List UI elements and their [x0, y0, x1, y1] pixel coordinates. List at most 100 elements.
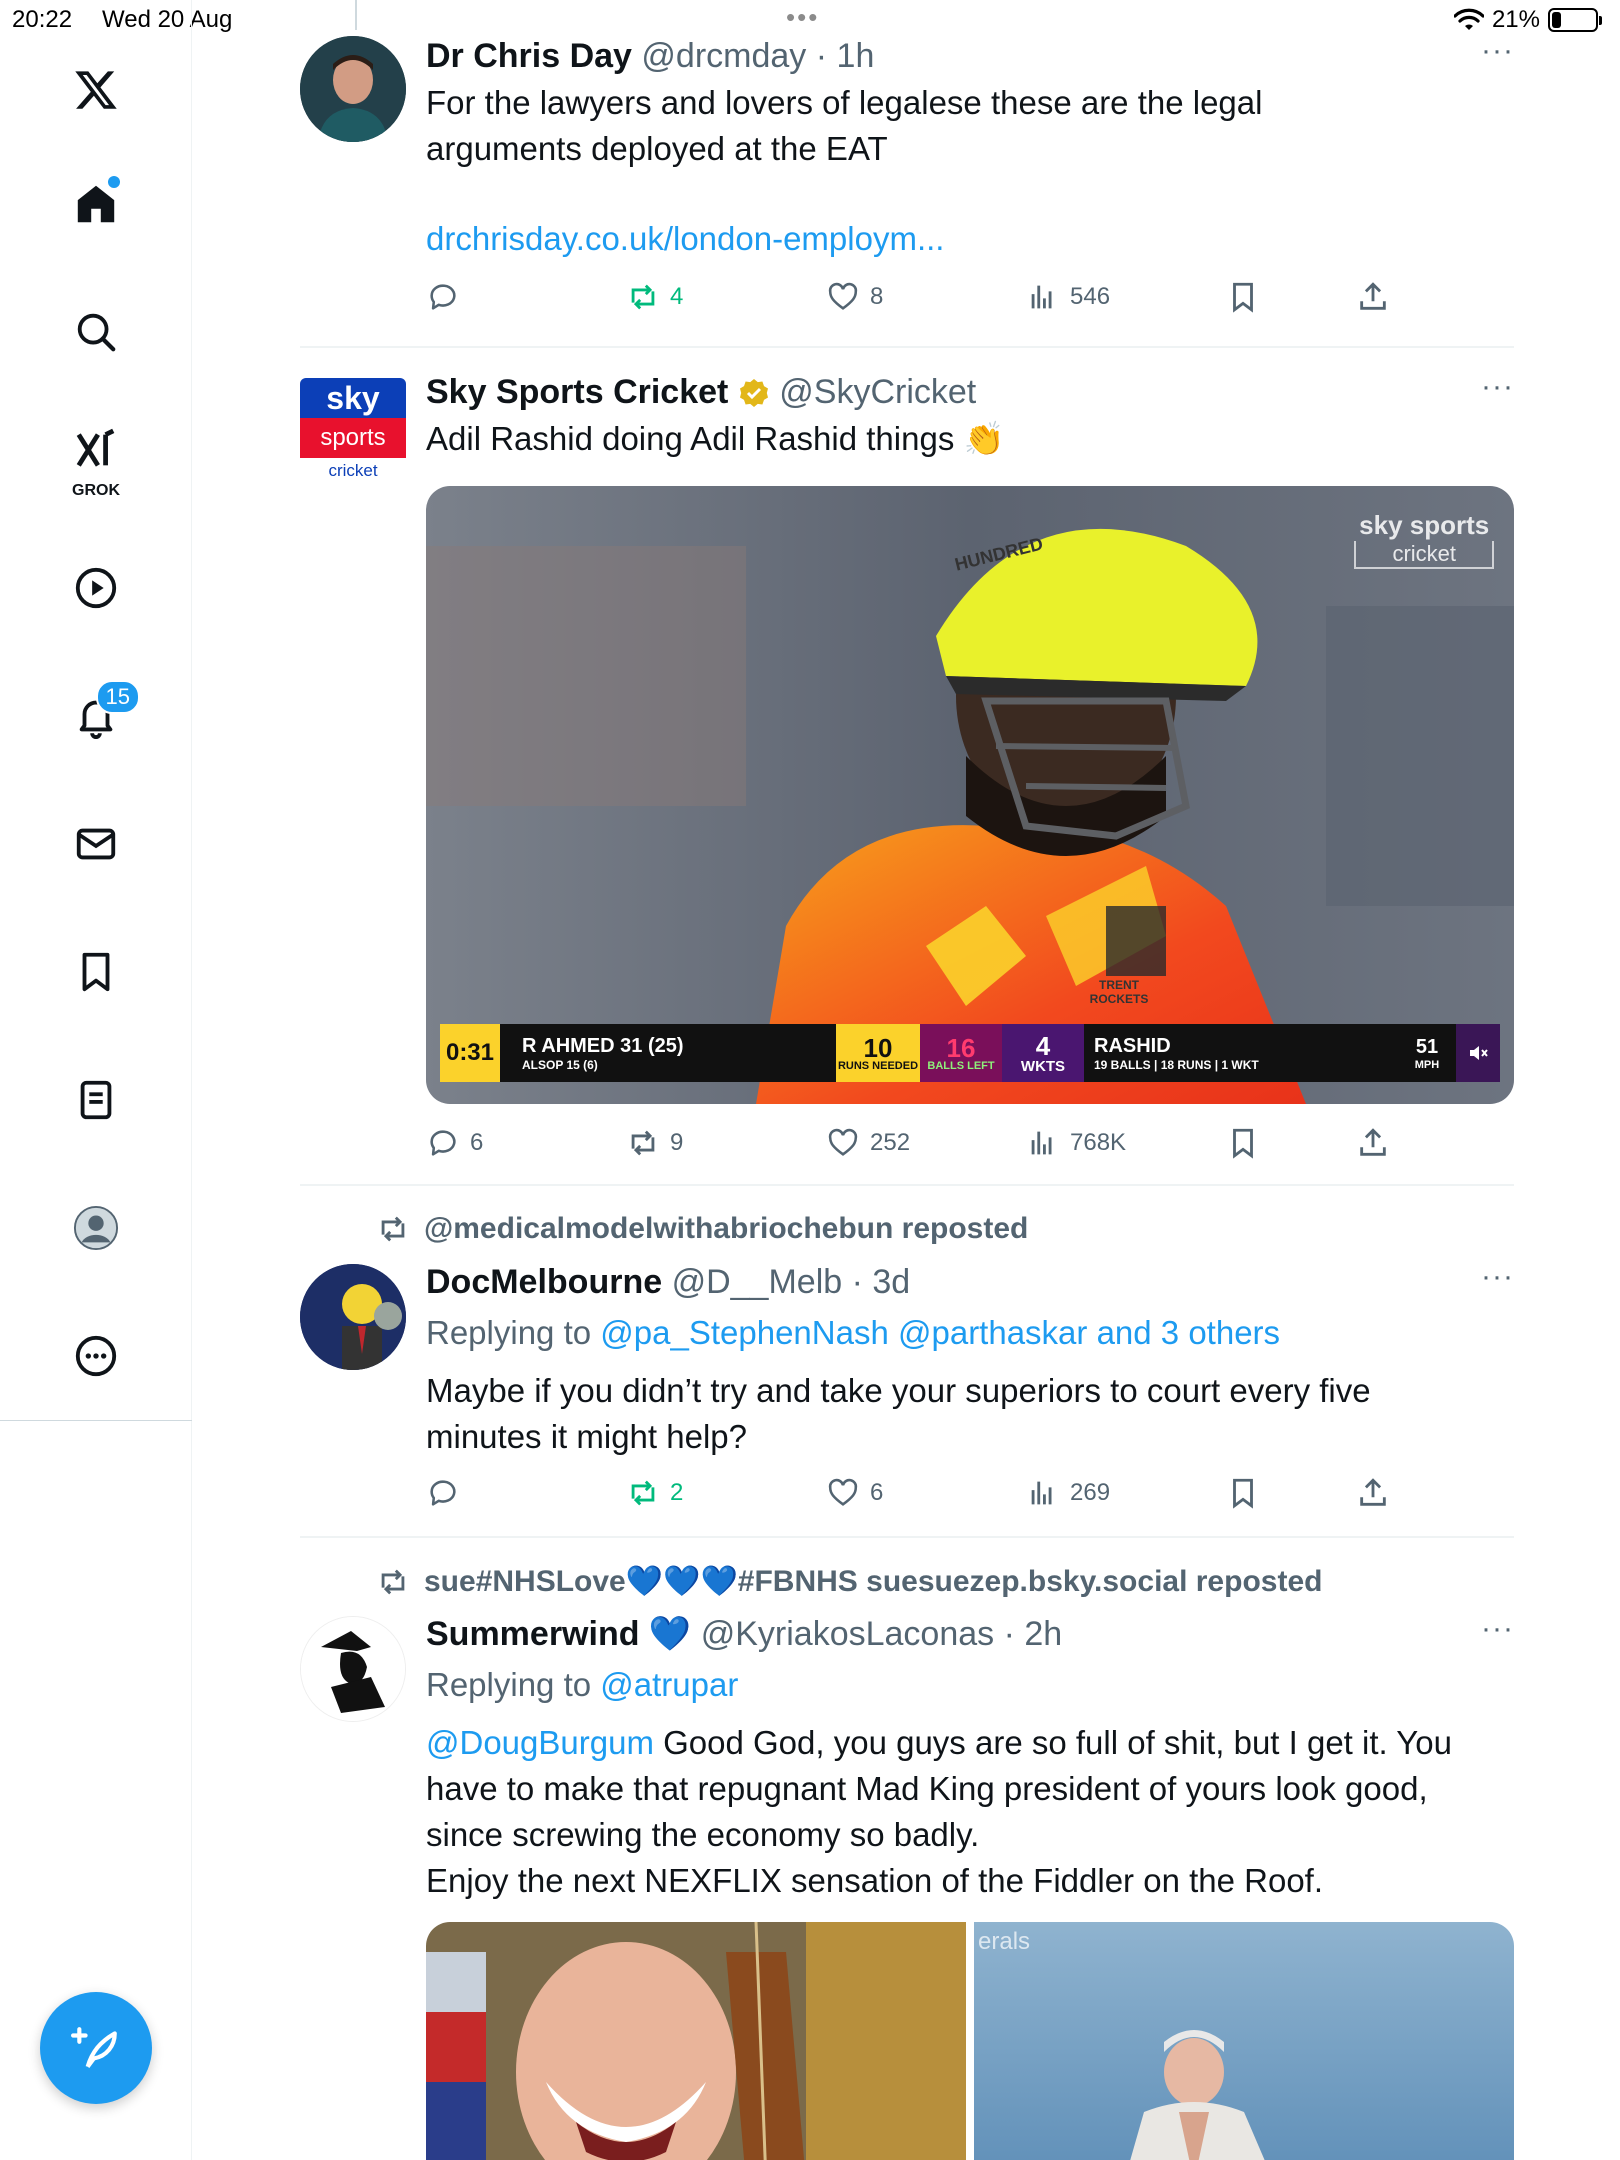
more-options-icon[interactable]: ···	[1481, 34, 1514, 68]
author-name[interactable]: Summerwind 💙	[426, 1615, 691, 1653]
nav-grok[interactable]: GROK	[60, 420, 132, 500]
search-icon	[77, 313, 116, 352]
avatar[interactable]	[300, 1616, 406, 1722]
bookmark-icon	[1233, 1128, 1253, 1159]
share-icon	[1360, 1478, 1386, 1506]
nav-notifications[interactable]: 15	[60, 680, 140, 752]
author-name[interactable]: DocMelbourne	[426, 1263, 662, 1301]
avatar[interactable]: sky sports cricket	[300, 378, 406, 484]
compose-button[interactable]	[40, 1992, 152, 2104]
shirt-text: TRENT ROCKETS	[1089, 978, 1149, 1006]
heart-icon	[828, 1128, 858, 1156]
view-count: 768K	[1070, 1129, 1127, 1156]
nav-explore[interactable]	[60, 296, 132, 368]
image-caption: erals	[978, 1928, 1031, 1955]
tweet-link[interactable]: drchrisday.co.uk/london-employm...	[426, 216, 1514, 262]
nav-video[interactable]	[60, 552, 132, 624]
battery-icon	[1548, 8, 1602, 32]
more-options-icon[interactable]: ···	[1481, 1612, 1514, 1646]
tweet-time[interactable]: 1h	[837, 37, 875, 75]
views-button[interactable]: 546	[1026, 280, 1110, 314]
nav-bookmarks[interactable]	[60, 936, 132, 1008]
share-button[interactable]	[1356, 1476, 1390, 1510]
repost-button[interactable]: 4	[626, 280, 683, 314]
nav-home[interactable]	[60, 168, 132, 240]
replying-to: Replying to @pa_StephenNash @parthaskar …	[426, 1310, 1514, 1356]
video-player[interactable]: HUNDRED TRENT ROCKETS sky sports cricket…	[426, 486, 1514, 1104]
bowler: RASHID 19 BALLS | 18 RUNS | 1 WKT	[1084, 1024, 1398, 1082]
reposted-by[interactable]: sue#NHSLove💙💙💙#FBNHS suesuezep.bsky.soci…	[424, 1564, 1322, 1599]
author-handle[interactable]: @drcmday	[641, 37, 806, 75]
tweet-content: DocMelbourne @D__Melb · 3d ··· Replying …	[426, 1260, 1514, 1460]
tweet-content: Sky Sports Cricket @SkyCricket ··· Adil …	[426, 370, 1514, 462]
nav-more[interactable]	[60, 1320, 132, 1392]
repost-button[interactable]: 2	[626, 1476, 683, 1510]
repost-button[interactable]: 9	[626, 1126, 683, 1160]
media-grid: erals	[426, 1922, 1514, 2160]
home-unread-dot	[108, 176, 120, 188]
reply-button[interactable]	[426, 1476, 470, 1510]
author-name[interactable]: Dr Chris Day	[426, 37, 632, 75]
nav-lists[interactable]	[60, 1064, 132, 1136]
mention-link[interactable]: @DougBurgum	[426, 1724, 654, 1761]
balls-left-value: 16	[946, 1032, 976, 1063]
views-button[interactable]: 269	[1026, 1476, 1110, 1510]
tweet-divider	[300, 1184, 1514, 1186]
author-handle[interactable]: @SkyCricket	[779, 373, 976, 411]
views-button[interactable]: 768K	[1026, 1126, 1126, 1160]
mute-button[interactable]	[1456, 1024, 1500, 1082]
reply-button[interactable]: 6	[426, 1126, 483, 1160]
bookmark-icon	[82, 952, 110, 992]
bookmark-button[interactable]	[1226, 1126, 1260, 1160]
tweet-header: Sky Sports Cricket @SkyCricket	[426, 370, 1514, 414]
reply-count: 6	[470, 1129, 484, 1156]
verified-badge-icon	[739, 379, 768, 407]
like-button[interactable]: 252	[826, 1126, 910, 1160]
tweet-header: DocMelbourne @D__Melb · 3d	[426, 1260, 1514, 1304]
wifi-icon	[1453, 8, 1484, 30]
share-button[interactable]	[1356, 280, 1390, 314]
tweet-header: Dr Chris Day @drcmday · 1h	[426, 34, 1514, 78]
bookmark-button[interactable]	[1226, 1476, 1260, 1510]
reply-button[interactable]	[426, 280, 470, 314]
watermark: sky sports cricket	[1354, 510, 1494, 569]
repost-indicator: @medicalmodelwithabriochebun reposted	[376, 1212, 1028, 1246]
ball-speed: 51 MPH	[1398, 1024, 1456, 1082]
feather-plus-icon	[71, 2027, 117, 2068]
views-icon	[1031, 1131, 1052, 1155]
replying-to-users[interactable]: @pa_StephenNash @parthaskar and 3 others	[600, 1314, 1280, 1351]
more-options-icon[interactable]: ···	[1481, 370, 1514, 404]
share-button[interactable]	[1356, 1126, 1390, 1160]
reply-icon	[430, 1130, 456, 1156]
like-button[interactable]: 8	[826, 280, 883, 314]
tweet-time[interactable]: 3d	[872, 1263, 910, 1301]
avatar[interactable]	[300, 36, 406, 142]
author-name[interactable]: Sky Sports Cricket	[426, 373, 728, 411]
bookmark-button[interactable]	[1226, 280, 1260, 314]
grok-icon	[76, 428, 115, 467]
heart-icon	[828, 1478, 858, 1506]
multitask-dots-icon[interactable]: •••	[786, 2, 819, 33]
nav-messages[interactable]	[60, 808, 132, 880]
x-logo-icon[interactable]	[60, 54, 132, 126]
tweet-text: For the lawyers and lovers of legalese t…	[426, 84, 1263, 167]
views-icon	[1031, 1481, 1052, 1505]
share-icon	[1360, 282, 1386, 310]
media-image-right[interactable]: erals	[974, 1922, 1514, 2160]
notifications-badge: 15	[95, 680, 140, 714]
media-image-left[interactable]	[426, 1922, 966, 2160]
like-button[interactable]: 6	[826, 1476, 883, 1510]
replying-to-users[interactable]: @atrupar	[600, 1666, 738, 1703]
play-circle-icon	[75, 567, 117, 609]
avatar[interactable]	[300, 1264, 406, 1370]
author-handle[interactable]: @D__Melb	[672, 1263, 843, 1301]
like-count: 8	[870, 283, 884, 310]
more-options-icon[interactable]: ···	[1481, 1260, 1514, 1294]
nav-profile[interactable]	[60, 1192, 132, 1264]
replying-prefix: Replying to	[426, 1666, 592, 1703]
author-handle[interactable]: @KyriakosLaconas	[701, 1615, 994, 1653]
list-icon	[80, 1080, 112, 1120]
tweet-time[interactable]: 2h	[1024, 1615, 1062, 1653]
reposted-by[interactable]: @medicalmodelwithabriochebun reposted	[424, 1212, 1028, 1246]
view-count: 269	[1070, 1479, 1111, 1506]
